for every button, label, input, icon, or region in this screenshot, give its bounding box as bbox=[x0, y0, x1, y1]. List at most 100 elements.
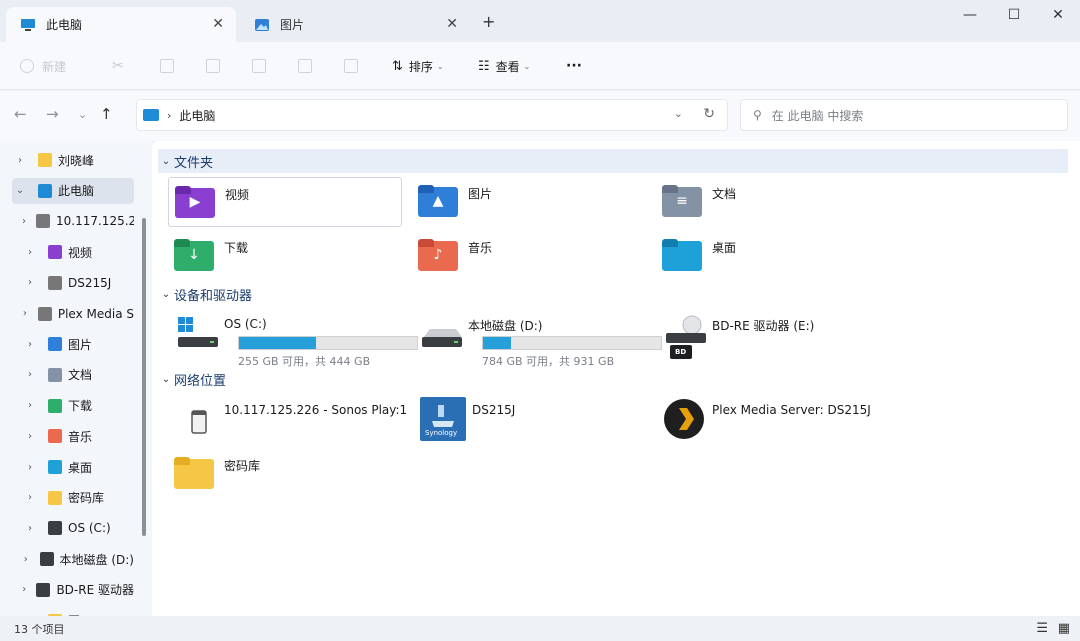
sidebar-item-label: 图片 bbox=[68, 337, 93, 352]
sidebar-item-label: 刘晓峰 bbox=[58, 153, 95, 168]
sidebar-item[interactable]: › 图片 bbox=[22, 331, 134, 357]
chevron-right-icon[interactable]: › bbox=[22, 462, 38, 473]
speaker-icon bbox=[174, 401, 218, 437]
chevron-right-icon[interactable]: › bbox=[12, 155, 28, 166]
refresh-icon[interactable]: ↻ bbox=[703, 106, 715, 122]
sidebar-item-label: DS215J bbox=[68, 275, 112, 290]
sidebar-item[interactable]: ⌄ 此电脑 bbox=[12, 177, 134, 204]
section-header-folders[interactable]: ⌄ 文件夹 bbox=[158, 149, 1068, 173]
drive-label: OS (C:) bbox=[224, 317, 267, 331]
network-tile-plex[interactable]: Plex Media Server: DS215J bbox=[656, 395, 916, 445]
chevron-down-icon: ⌄ bbox=[161, 288, 171, 300]
sidebar-item[interactable]: › 10.117.125.2 bbox=[22, 208, 134, 234]
drive-usage-fill bbox=[239, 337, 316, 349]
chevron-down-icon[interactable]: ⌄ bbox=[12, 185, 28, 196]
section-header-network[interactable]: ⌄ 网络位置 bbox=[158, 367, 1068, 391]
tab-pictures[interactable]: 图片 ✕ bbox=[240, 7, 470, 42]
share-button[interactable] bbox=[298, 56, 312, 76]
drive-tile-e[interactable]: BD BD-RE 驱动器 (E:) bbox=[656, 309, 896, 365]
folder-tile[interactable]: ♪ 音乐 bbox=[412, 231, 646, 281]
video-folder-icon: ▶ bbox=[175, 184, 219, 220]
sidebar-item[interactable]: › Plex Media S bbox=[22, 301, 134, 327]
sidebar-item[interactable]: › 刘晓峰 bbox=[12, 147, 134, 173]
view-button[interactable]: ☷ 查看 ⌄ bbox=[478, 56, 530, 76]
tiles-view-icon[interactable]: ▦ bbox=[1058, 621, 1070, 636]
sidebar-scrollbar[interactable] bbox=[142, 218, 146, 536]
chevron-right-icon[interactable]: › bbox=[22, 216, 26, 227]
chevron-right-icon[interactable]: › bbox=[22, 339, 38, 350]
drive-label: 本地磁盘 (D:) bbox=[468, 319, 543, 333]
drive-tile-d[interactable]: 本地磁盘 (D:) 784 GB 可用，共 931 GB bbox=[412, 309, 662, 368]
back-icon[interactable]: ← bbox=[14, 105, 27, 123]
folder-tile[interactable]: ▲ 图片 bbox=[412, 177, 646, 227]
navigation-pane: › 刘晓峰 ⌄ 此电脑 › 10.117.125.2 › 视频 › DS215J › Plex Med… bbox=[0, 141, 152, 616]
address-bar[interactable]: › 此电脑 ⌄ ↻ bbox=[136, 99, 728, 131]
sidebar-item-label: 密码库 bbox=[68, 491, 105, 506]
recent-locations-icon[interactable]: ⌄ bbox=[78, 108, 87, 121]
copy-button[interactable] bbox=[160, 56, 174, 76]
tab-this-pc[interactable]: 此电脑 ✕ bbox=[6, 7, 236, 42]
forward-icon[interactable]: → bbox=[46, 105, 59, 123]
network-tile-ds215j[interactable]: Synology DS215J bbox=[412, 395, 652, 445]
details-view-icon[interactable]: ☰ bbox=[1036, 621, 1048, 636]
sidebar-item[interactable]: › 桌面 bbox=[22, 454, 134, 480]
sidebar-item[interactable]: › 视频 bbox=[22, 239, 134, 265]
sidebar-item[interactable]: › BD-RE 驱动器 bbox=[22, 577, 134, 603]
title-bar: 此电脑 ✕ 图片 ✕ + — ☐ ✕ bbox=[0, 0, 1080, 42]
cut-button[interactable]: ✂ bbox=[112, 56, 124, 76]
chevron-right-icon[interactable]: › bbox=[22, 308, 28, 319]
up-icon[interactable]: ↑ bbox=[100, 105, 113, 123]
close-window-button[interactable]: ✕ bbox=[1038, 4, 1078, 28]
folder-label: 文档 bbox=[712, 187, 737, 201]
sort-button[interactable]: ⇅ 排序 ⌄ bbox=[392, 56, 444, 76]
minimize-button[interactable]: — bbox=[950, 4, 990, 28]
delete-button[interactable] bbox=[344, 56, 358, 76]
drive-tile-c[interactable]: OS (C:) 255 GB 可用，共 444 GB bbox=[168, 309, 418, 368]
search-input[interactable]: 在 此电脑 中搜索 bbox=[772, 107, 864, 124]
new-button[interactable]: 新建 bbox=[20, 56, 66, 76]
sidebar-item[interactable]: › 密码库 bbox=[22, 485, 134, 511]
chevron-right-icon[interactable]: › bbox=[22, 277, 38, 288]
pictures-folder-icon: ▲ bbox=[418, 183, 462, 219]
chevron-right-icon[interactable]: › bbox=[22, 584, 26, 595]
command-bar: 新建 ✂ ⇅ 排序 ⌄ ☷ 查看 ⌄ ··· bbox=[0, 42, 1080, 90]
sidebar-item[interactable]: › OS (C:) bbox=[22, 515, 134, 541]
maximize-button[interactable]: ☐ bbox=[994, 4, 1034, 28]
tab-close-icon[interactable]: ✕ bbox=[446, 16, 458, 32]
sidebar-item[interactable]: › 文档 bbox=[22, 362, 134, 388]
chevron-right-icon[interactable]: › bbox=[22, 369, 38, 380]
chevron-right-icon[interactable]: › bbox=[22, 492, 38, 503]
network-tile-vault[interactable]: 密码库 bbox=[168, 449, 408, 499]
chevron-right-icon[interactable]: › bbox=[22, 431, 38, 442]
paste-button[interactable] bbox=[206, 56, 220, 76]
folder-icon bbox=[48, 490, 62, 505]
folder-tile[interactable]: ↓ 下载 bbox=[168, 231, 402, 281]
chevron-right-icon[interactable]: › bbox=[22, 554, 30, 565]
breadcrumb[interactable]: 此电脑 bbox=[179, 107, 215, 124]
more-options-button[interactable]: ··· bbox=[566, 56, 582, 76]
sidebar-item[interactable]: › 本地磁盘 (D:) bbox=[22, 546, 134, 572]
desktop-icon bbox=[48, 460, 62, 474]
rename-icon bbox=[252, 59, 266, 73]
chevron-right-icon[interactable]: › bbox=[22, 523, 38, 534]
network-tile-sonos[interactable]: 10.117.125.226 - Sonos Play:1 bbox=[168, 395, 408, 445]
rename-button[interactable] bbox=[252, 56, 266, 76]
folder-tile[interactable]: 桌面 bbox=[656, 231, 890, 281]
drive-usage-bar bbox=[482, 336, 662, 350]
sidebar-item[interactable]: › 音乐 bbox=[22, 423, 134, 449]
sidebar-item[interactable]: › 下载 bbox=[22, 393, 134, 419]
new-tab-button[interactable]: + bbox=[482, 12, 495, 31]
copy-icon bbox=[160, 59, 174, 73]
sidebar-item[interactable]: ›网 bbox=[22, 608, 134, 616]
tab-close-icon[interactable]: ✕ bbox=[212, 16, 224, 32]
chevron-right-icon[interactable]: › bbox=[22, 400, 38, 411]
desktop-folder-icon bbox=[662, 237, 706, 273]
sidebar-item[interactable]: › DS215J bbox=[22, 270, 134, 296]
folder-tile[interactable]: ▶ 视频 bbox=[168, 177, 402, 227]
optical-drive-icon bbox=[36, 582, 51, 597]
chevron-down-icon[interactable]: ⌄ bbox=[674, 107, 683, 120]
search-box[interactable]: ⚲ 在 此电脑 中搜索 bbox=[740, 99, 1068, 131]
section-header-devices[interactable]: ⌄ 设备和驱动器 bbox=[158, 282, 1068, 306]
folder-tile[interactable]: ≡ 文档 bbox=[656, 177, 890, 227]
chevron-right-icon[interactable]: › bbox=[22, 247, 38, 258]
